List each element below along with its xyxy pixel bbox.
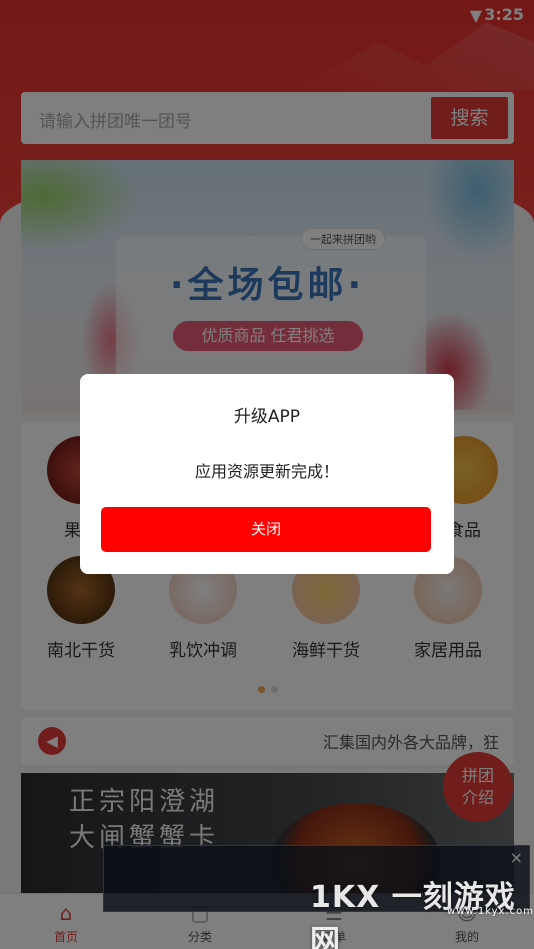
close-button[interactable]: 关闭 [101,507,431,552]
watermark: 1KX 一刻游戏网 www.1kyx.com [310,872,534,949]
dialog-title: 升级APP [233,407,301,427]
watermark-url: www.1kyx.com [447,906,534,917]
upgrade-dialog: 升级APP 应用资源更新完成！ 关闭 [80,374,454,574]
dialog-message: 应用资源更新完成！ [194,462,339,481]
